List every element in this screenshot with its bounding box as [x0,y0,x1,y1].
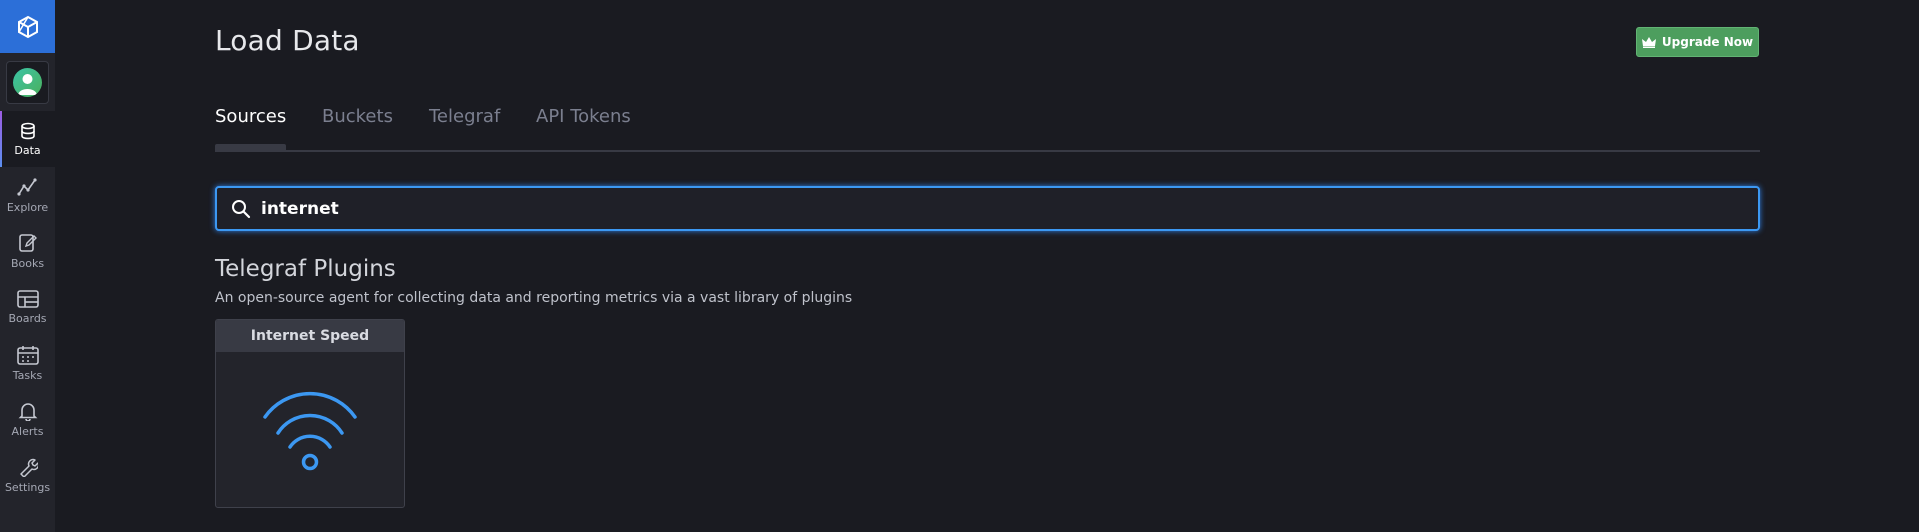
sidebar-nav: Data Explore Books Boards Tasks Alerts S… [0,111,55,503]
upgrade-now-button[interactable]: Upgrade Now [1636,27,1759,57]
search-box[interactable] [215,186,1760,231]
tab-sources[interactable]: Sources [215,106,286,127]
bell-icon [18,402,37,421]
search-icon [231,199,251,219]
plugin-card-internet-speed[interactable]: Internet Speed [215,319,405,508]
sidebar-item-label: Data [14,143,41,157]
avatar [13,68,42,97]
graph-line-icon [16,177,37,196]
sidebar-item-tasks[interactable]: Tasks [0,335,55,391]
database-icon [20,122,35,139]
tab-bar: Sources Buckets Telegraf API Tokens [215,104,1760,152]
logo-button[interactable] [0,0,55,53]
page-title: Load Data [215,24,360,57]
sidebar-item-label: Explore [6,200,49,214]
section-description: An open-source agent for collecting data… [215,290,853,306]
sidebar-item-label: Alerts [11,424,44,438]
sidebar-item-data[interactable]: Data [0,111,55,167]
crown-icon [1641,36,1656,48]
sidebar-item-label: Books [10,256,45,270]
tab-api-tokens[interactable]: API Tokens [536,106,631,127]
tab-buckets[interactable]: Buckets [322,106,393,127]
influx-logo-icon [17,15,38,38]
sidebar-item-label: Settings [4,480,51,494]
section-title: Telegraf Plugins [215,256,396,282]
plugin-card-title: Internet Speed [216,320,404,352]
user-avatar-icon [18,74,37,95]
wifi-icon [263,391,357,470]
sidebar-item-label: Tasks [12,368,43,382]
sidebar-item-explore[interactable]: Explore [0,167,55,223]
active-tab-indicator [215,144,286,152]
wrench-icon [19,458,38,477]
search-input[interactable] [261,198,1661,219]
upgrade-now-label: Upgrade Now [1661,35,1754,49]
sidebar-item-books[interactable]: Books [0,223,55,279]
tab-telegraf[interactable]: Telegraf [429,106,500,127]
plugin-card-body [216,352,404,507]
dashboard-grid-icon [16,289,39,308]
notebook-icon [18,233,37,252]
sidebar: Data Explore Books Boards Tasks Alerts S… [0,0,55,532]
calendar-icon [16,345,39,365]
sidebar-item-boards[interactable]: Boards [0,279,55,335]
avatar-button[interactable] [6,61,49,104]
sidebar-item-settings[interactable]: Settings [0,447,55,503]
sidebar-item-alerts[interactable]: Alerts [0,391,55,447]
sidebar-item-label: Boards [8,311,47,325]
